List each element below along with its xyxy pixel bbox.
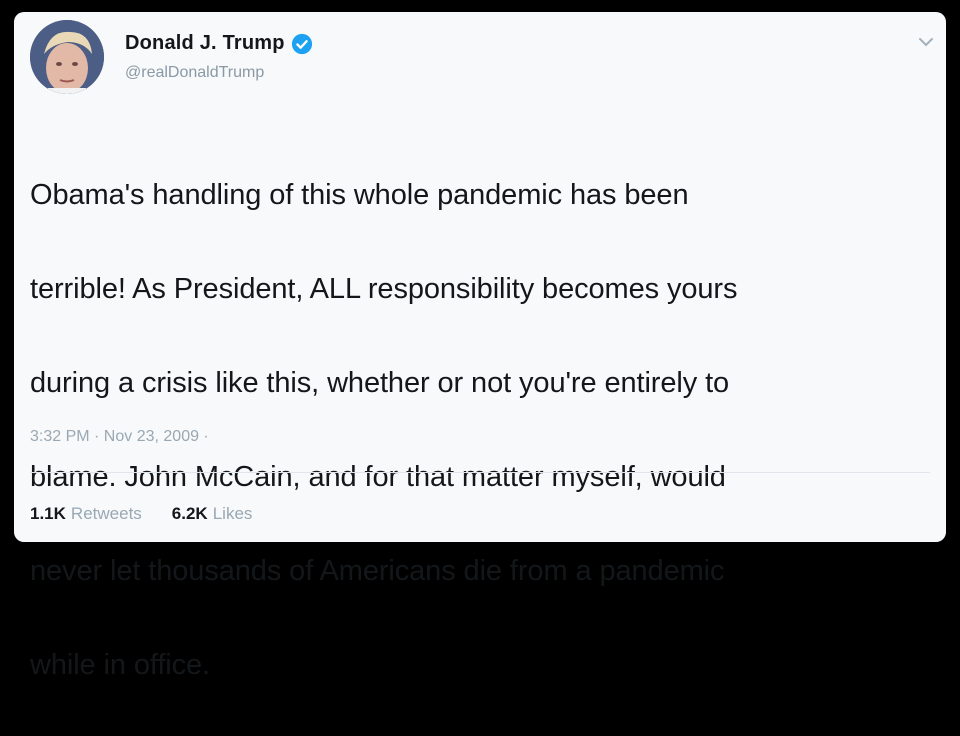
verified-badge-icon — [291, 33, 312, 54]
tweet-line: terrible! As President, ALL responsibili… — [30, 273, 738, 305]
retweets-label: Retweets — [70, 504, 142, 523]
retweets-stat[interactable]: 1.1K Retweets — [30, 504, 142, 524]
likes-count: 6.2K — [171, 504, 208, 523]
likes-label: Likes — [212, 504, 253, 523]
tweet-line: blame. John McCain, and for that matter … — [30, 461, 726, 493]
display-name[interactable]: Donald J. Trump — [125, 32, 285, 55]
tweet-line: Obama's handling of this whole pandemic … — [30, 179, 689, 211]
divider — [30, 472, 930, 473]
likes-stat[interactable]: 6.2K Likes — [172, 504, 253, 524]
tweet-line: never let thousands of Americans die fro… — [30, 555, 725, 587]
chevron-down-icon[interactable] — [918, 36, 934, 48]
name-row: Donald J. Trump — [125, 32, 313, 55]
retweets-count: 1.1K — [30, 504, 66, 523]
tweet-line: while in office. — [30, 649, 211, 681]
tweet-card: Donald J. Trump @realDonaldTrump Obama's… — [14, 12, 946, 681]
tweet-timestamp[interactable]: 3:32 PM · Nov 23, 2009 · — [30, 428, 209, 446]
tweet-line: during a crisis like this, whether or no… — [30, 367, 730, 399]
user-handle[interactable]: @realDonaldTrump — [125, 64, 264, 82]
avatar-image — [30, 20, 104, 94]
tweet-stats: 1.1K Retweets 6.2K Likes — [30, 504, 252, 524]
avatar[interactable] — [30, 20, 104, 94]
